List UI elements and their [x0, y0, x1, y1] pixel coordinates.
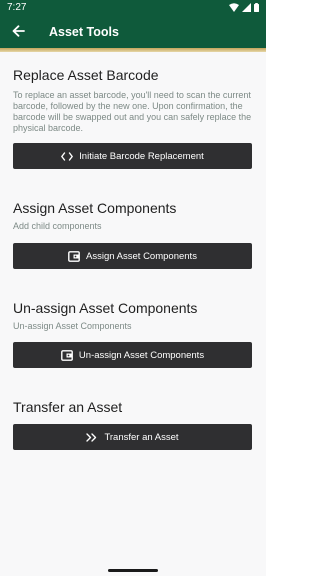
- transfer-asset-section: Transfer an Asset: [13, 399, 253, 416]
- code-brackets-icon: [61, 151, 74, 161]
- status-bar: 7:27: [0, 0, 266, 17]
- initiate-barcode-replacement-button[interactable]: Initiate Barcode Replacement: [13, 143, 252, 169]
- screen: 7:27 Asset Tools Replace Asset Barcode T…: [0, 0, 266, 576]
- unassign-components-title: Un-assign Asset Components: [13, 300, 198, 316]
- wallet-icon: [68, 250, 80, 262]
- status-time: 7:27: [7, 2, 27, 13]
- wallet-icon: [61, 349, 73, 361]
- assign-components-button[interactable]: Assign Asset Components: [13, 243, 252, 269]
- battery-icon: [254, 3, 259, 12]
- wifi-icon: [229, 3, 239, 12]
- assign-components-label: Assign Asset Components: [86, 250, 197, 262]
- initiate-barcode-replacement-label: Initiate Barcode Replacement: [79, 150, 204, 162]
- assign-components-section: Assign Asset Components Add child compon…: [13, 200, 253, 232]
- assign-components-description: Add child components: [13, 221, 102, 231]
- page-title: Asset Tools: [49, 25, 119, 39]
- status-icons: [229, 3, 259, 12]
- unassign-components-description: Un-assign Asset Components: [13, 321, 132, 331]
- assign-components-title: Assign Asset Components: [13, 200, 177, 216]
- transfer-asset-label: Transfer an Asset: [104, 431, 179, 443]
- unassign-components-label: Un-assign Asset Components: [78, 349, 205, 361]
- transfer-asset-title: Transfer an Asset: [13, 399, 123, 415]
- unassign-components-section: Un-assign Asset Components Un-assign Ass…: [13, 300, 253, 332]
- arrow-left-icon: [12, 24, 25, 42]
- app-bar: Asset Tools: [0, 17, 266, 48]
- back-button[interactable]: [8, 23, 28, 43]
- app-bar-accent-stripe: [0, 48, 266, 52]
- transfer-asset-button[interactable]: Transfer an Asset: [13, 424, 252, 450]
- double-chevron-right-icon: [86, 432, 98, 442]
- replace-barcode-description: To replace an asset barcode, you'll need…: [13, 90, 252, 133]
- unassign-components-button[interactable]: Un-assign Asset Components: [13, 342, 252, 368]
- gesture-nav-handle[interactable]: [108, 569, 158, 572]
- replace-barcode-section: Replace Asset Barcode To replace an asse…: [13, 67, 253, 134]
- replace-barcode-title: Replace Asset Barcode: [13, 67, 159, 83]
- signal-icon: [242, 3, 251, 12]
